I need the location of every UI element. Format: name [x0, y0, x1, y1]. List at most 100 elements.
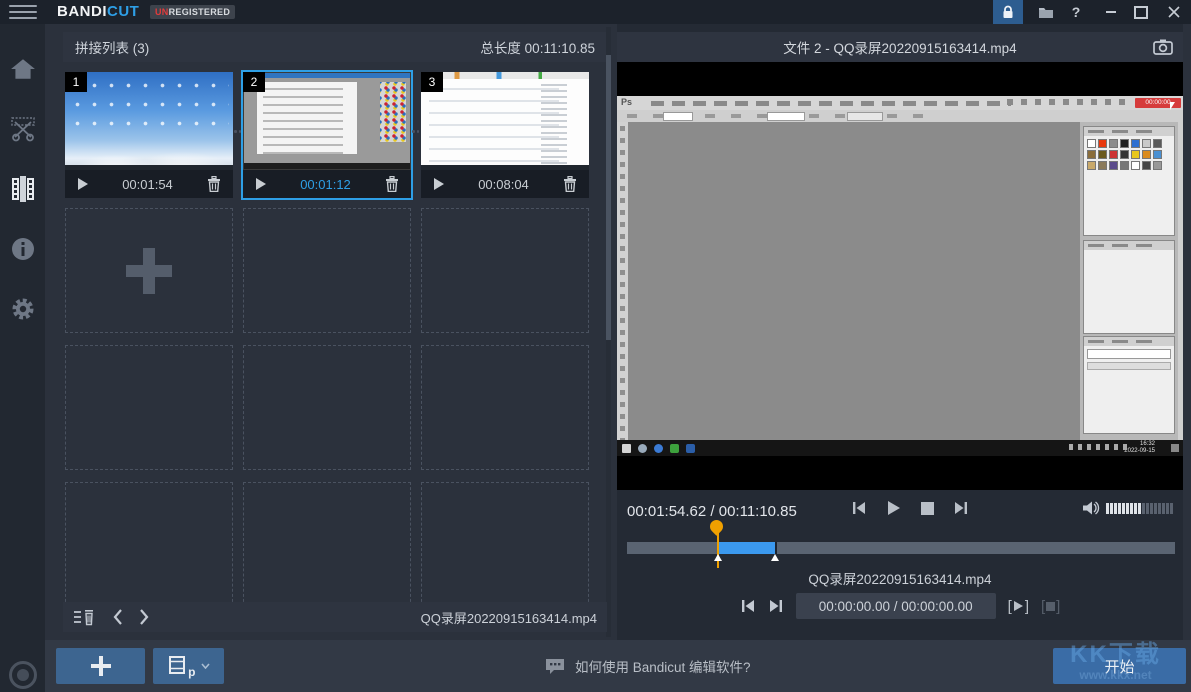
join-mode-button[interactable]: p — [153, 648, 224, 684]
home-icon — [10, 57, 36, 81]
segment-start-pin[interactable] — [714, 554, 722, 561]
color-swatch — [1131, 139, 1140, 148]
ps-frame-canvas — [628, 122, 1080, 440]
thumbnail-1-image — [65, 72, 233, 170]
color-swatch — [1087, 139, 1096, 148]
color-swatch — [1098, 139, 1107, 148]
volume-bar[interactable] — [1114, 503, 1117, 514]
playlist-header: 拼接列表 (3) 总长度 00:11:10.85 — [63, 32, 607, 62]
empty-slot — [243, 345, 411, 470]
volume-bar[interactable] — [1158, 503, 1161, 514]
volume-bar[interactable] — [1118, 503, 1121, 514]
hamburger-menu-icon[interactable] — [9, 5, 37, 20]
play-icon — [886, 500, 901, 516]
item-3-duration: 00:08:04 — [444, 177, 563, 192]
close-button[interactable] — [1160, 0, 1188, 24]
playlist-item-1[interactable]: 1 00:01:54 — [65, 72, 233, 198]
volume-bar[interactable] — [1122, 503, 1125, 514]
item-2-trash-icon[interactable] — [385, 176, 399, 192]
ps-frame-menubar: Ps 00:00:00 — [617, 96, 1183, 110]
snapshot-camera-icon[interactable] — [1153, 38, 1173, 55]
timeline-track[interactable] — [627, 542, 1175, 554]
trim-end-set-icon[interactable] — [768, 598, 784, 614]
titlebar: BANDICUT UNREGISTERED ? — [0, 0, 1191, 24]
stop-selection-button-disabled: [ ] — [1041, 598, 1060, 615]
maximize-icon — [1134, 6, 1148, 19]
item-1-play-icon[interactable] — [78, 178, 88, 190]
start-button[interactable]: 开始 — [1053, 648, 1186, 684]
add-file-button[interactable] — [56, 648, 145, 684]
speech-bubble-icon — [545, 657, 565, 675]
item-1-trash-icon[interactable] — [207, 176, 221, 192]
open-folder-button[interactable] — [1031, 0, 1061, 24]
volume-bar[interactable] — [1110, 503, 1113, 514]
minimize-button[interactable] — [1098, 0, 1124, 24]
video-viewport[interactable]: Ps 00:00:00 — [617, 62, 1183, 490]
play-button[interactable] — [883, 498, 903, 518]
clear-list-icon[interactable] — [73, 609, 95, 626]
speaker-icon — [1082, 500, 1100, 516]
help-link[interactable]: 如何使用 Bandicut 编辑软件? — [545, 640, 751, 692]
prev-frame-button[interactable] — [849, 498, 869, 518]
timeline-selected-segment[interactable] — [718, 542, 777, 554]
mouse-cursor — [1170, 102, 1175, 110]
sidebar-record-button[interactable] — [0, 658, 45, 692]
volume-bar[interactable] — [1150, 503, 1153, 514]
ps-frame-scrollbar — [1178, 122, 1183, 440]
sidebar-info-button[interactable] — [0, 232, 45, 266]
preview-header: 文件 2 - QQ录屏20220915163414.mp4 — [617, 32, 1183, 62]
ps-frame-toolbar — [617, 122, 628, 440]
stop-button[interactable] — [917, 498, 937, 518]
sidebar-cut-button[interactable] — [0, 112, 45, 146]
volume-bar[interactable] — [1162, 503, 1165, 514]
playlist-scrollbar[interactable] — [606, 27, 611, 637]
volume-bar[interactable] — [1106, 503, 1109, 514]
color-swatch — [1098, 150, 1107, 159]
scrollbar-thumb[interactable] — [606, 55, 611, 340]
empty-slot-add[interactable] — [65, 208, 233, 333]
volume-meter[interactable] — [1106, 503, 1173, 514]
empty-slot — [421, 345, 589, 470]
playlist-item-2-selected[interactable]: 2 00:01:12 — [243, 72, 411, 198]
volume-bar[interactable] — [1130, 503, 1133, 514]
empty-slot — [243, 482, 411, 602]
volume-control[interactable] — [1082, 500, 1173, 516]
sidebar-home-button[interactable] — [0, 52, 45, 86]
help-text: 如何使用 Bandicut 编辑软件? — [575, 656, 751, 676]
color-swatch — [1098, 161, 1107, 170]
trim-start-set-icon[interactable] — [740, 598, 756, 614]
volume-bar[interactable] — [1166, 503, 1169, 514]
color-swatch — [1153, 150, 1162, 159]
playlist-item-3[interactable]: 3 00:08:04 — [421, 72, 589, 198]
ps-frame-panels — [1080, 122, 1178, 440]
page-next-chevron-icon[interactable] — [139, 609, 149, 625]
color-swatch — [1087, 150, 1096, 159]
app-logo: BANDICUT — [57, 3, 139, 20]
volume-bar[interactable] — [1146, 503, 1149, 514]
sidebar-join-button-active[interactable] — [0, 172, 45, 206]
volume-bar[interactable] — [1142, 503, 1145, 514]
play-selection-button[interactable]: [ ] — [1008, 598, 1029, 615]
prev-frame-icon — [851, 500, 867, 516]
register-lock-button[interactable] — [993, 0, 1023, 24]
item-3-play-icon[interactable] — [434, 178, 444, 190]
item-2-play-icon[interactable] — [256, 178, 266, 190]
volume-bar[interactable] — [1138, 503, 1141, 514]
color-swatch — [1109, 150, 1118, 159]
next-frame-button[interactable] — [951, 498, 971, 518]
volume-bar[interactable] — [1170, 503, 1173, 514]
current-time-display: 00:01:54.62 / 00:11:10.85 — [627, 503, 797, 520]
maximize-button[interactable] — [1128, 0, 1154, 24]
segment-end-pin[interactable] — [771, 554, 779, 561]
trim-controls: 00:00:00.00 / 00:00:00.00 [ ] [ ] — [617, 592, 1183, 620]
transport-buttons — [849, 498, 971, 518]
item-3-trash-icon[interactable] — [563, 176, 577, 192]
thumbnail-2-image — [243, 72, 411, 170]
volume-bar[interactable] — [1126, 503, 1129, 514]
volume-bar[interactable] — [1154, 503, 1157, 514]
volume-bar[interactable] — [1134, 503, 1137, 514]
color-swatch — [1142, 150, 1151, 159]
help-button[interactable]: ? — [1063, 0, 1089, 24]
page-prev-chevron-icon[interactable] — [113, 609, 123, 625]
sidebar-settings-button[interactable] — [0, 292, 45, 326]
